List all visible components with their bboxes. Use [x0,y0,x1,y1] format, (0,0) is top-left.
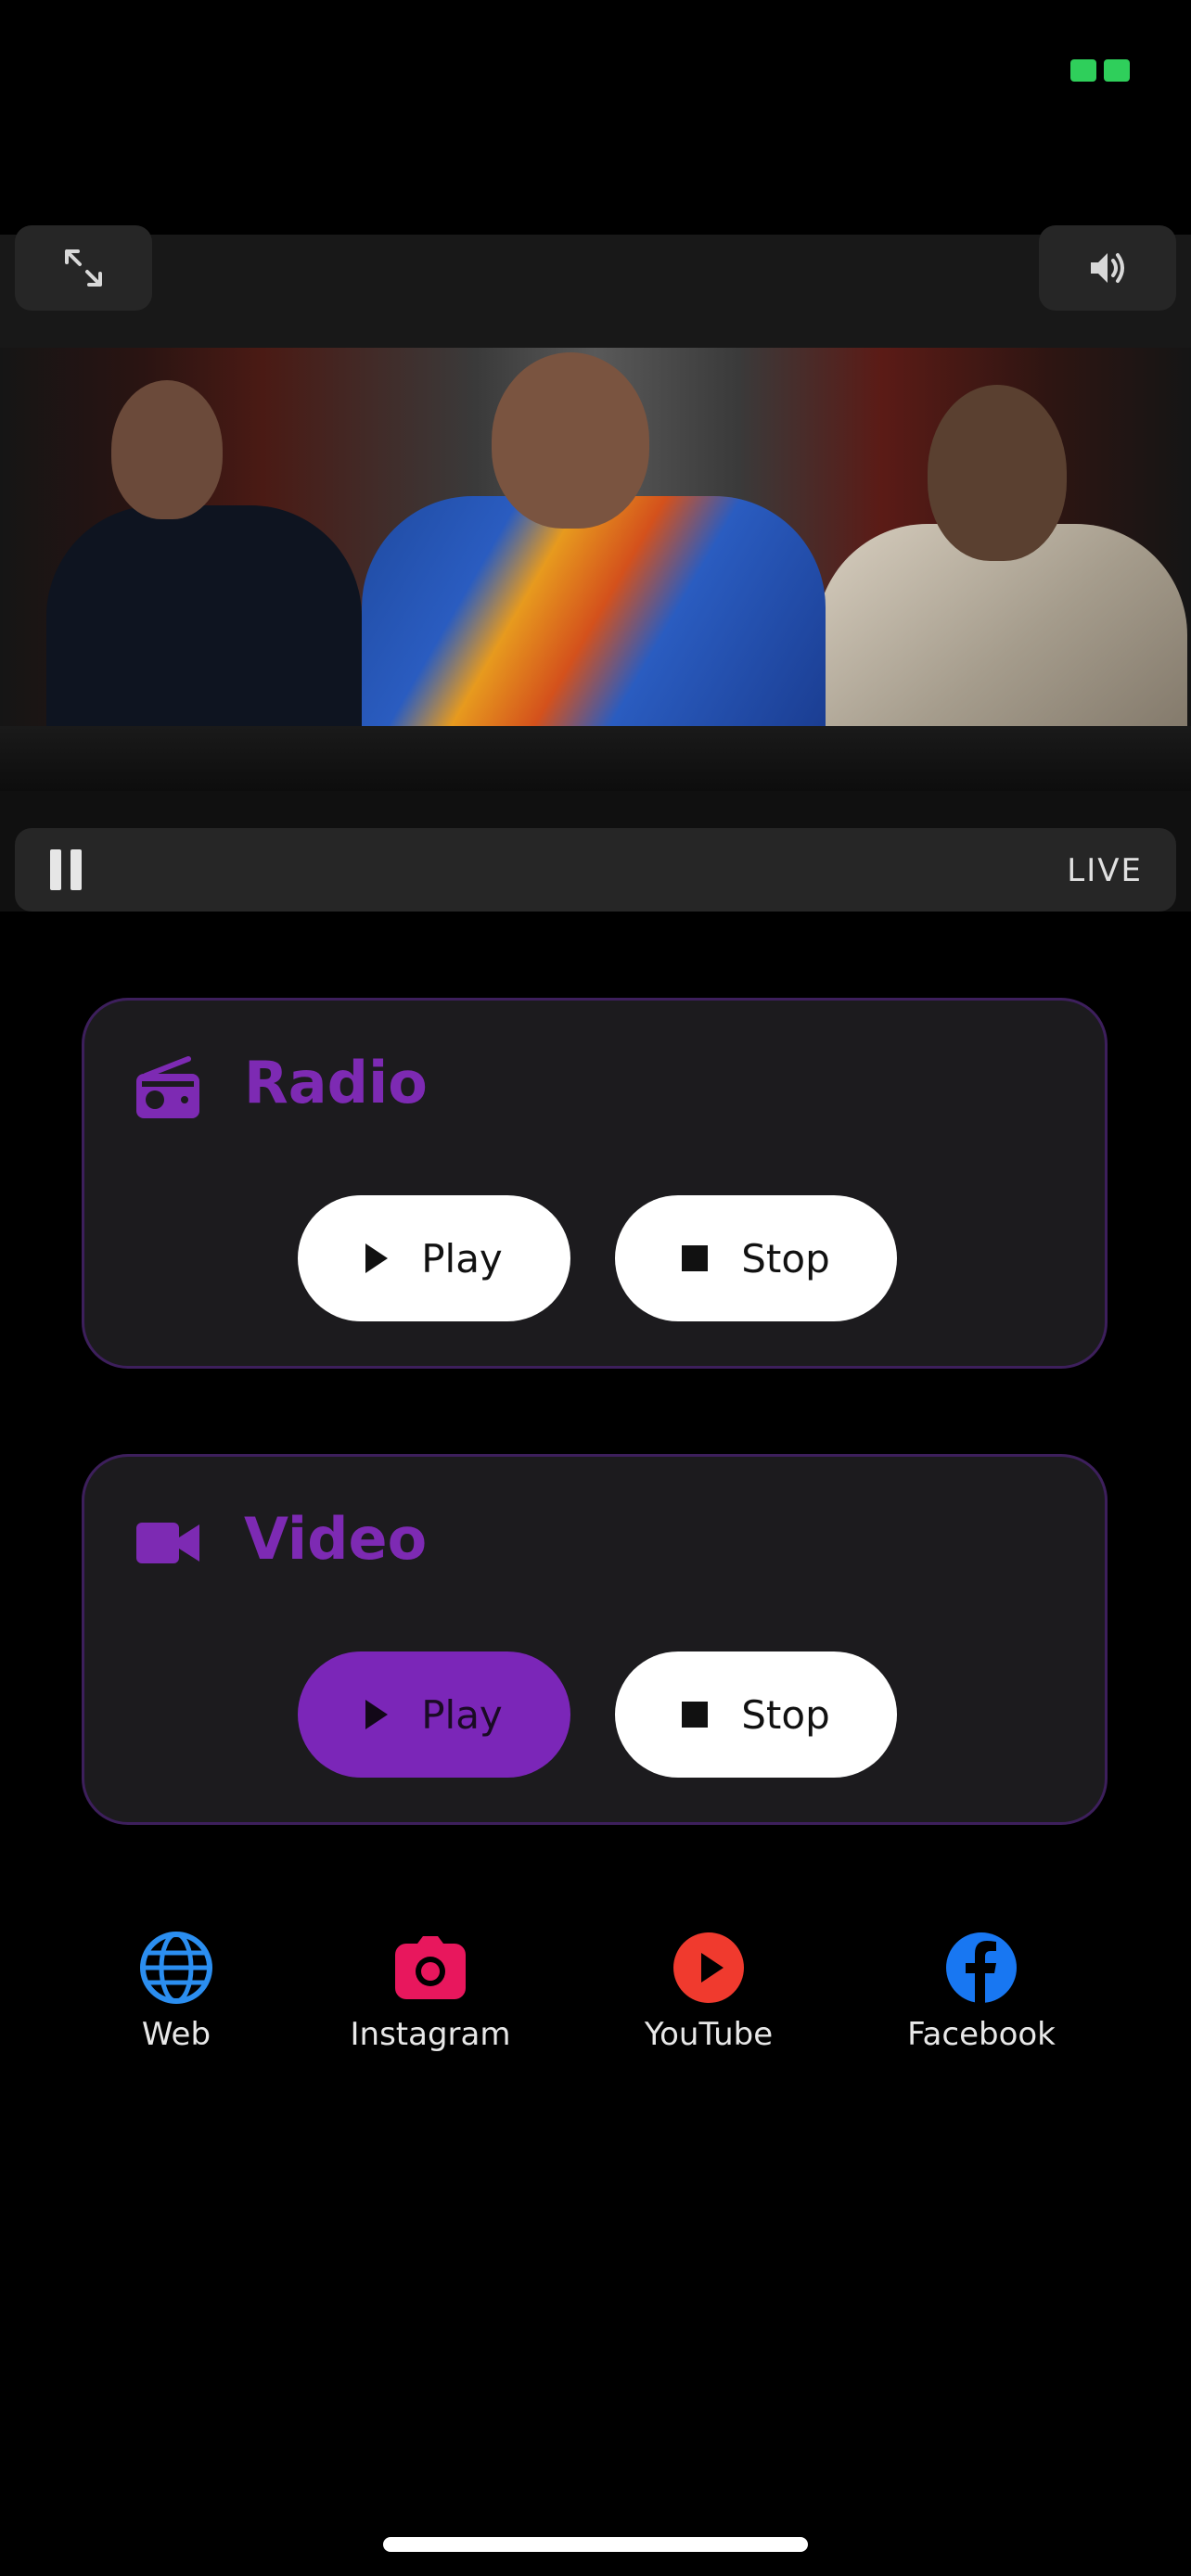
pause-button[interactable] [43,847,89,893]
video-play-label: Play [421,1691,503,1738]
live-label: LIVE [1067,852,1143,889]
youtube-link[interactable]: YouTube [607,1931,811,2053]
volume-button[interactable] [1039,225,1176,311]
facebook-link[interactable]: Facebook [879,1931,1083,2053]
video-card: Video Play Stop [82,1454,1108,1825]
pause-icon [50,849,61,890]
radio-play-label: Play [421,1235,503,1282]
video-camera-icon [136,1523,199,1563]
status-right-icon [1104,59,1130,82]
web-label: Web [141,2016,211,2053]
video-stop-label: Stop [741,1691,830,1738]
stop-icon [682,1245,709,1271]
globe-icon [140,1932,212,2004]
facebook-label: Facebook [907,2016,1056,2053]
video-frame[interactable] [0,348,1191,791]
player-top-bar [0,235,1191,348]
expand-icon [65,249,102,287]
video-stop-button[interactable]: Stop [615,1651,897,1778]
play-icon [365,1700,389,1729]
video-person-right [807,348,1191,791]
app-screen: LIVE Radio Play Stop Video Play Stop Web… [0,0,1191,2576]
fullscreen-button[interactable] [15,225,152,311]
camera-icon [395,1936,466,1999]
instagram-label: Instagram [350,2016,511,2053]
facebook-icon [946,1932,1017,2003]
video-person-left [28,348,362,791]
radio-card: Radio Play Stop [82,998,1108,1369]
radio-stop-button[interactable]: Stop [615,1195,897,1321]
radio-icon [136,1056,199,1118]
youtube-label: YouTube [644,2016,774,2053]
web-link[interactable]: Web [74,1931,278,2053]
radio-title: Radio [244,1049,428,1116]
video-play-button[interactable]: Play [298,1651,570,1778]
radio-play-button[interactable]: Play [298,1195,570,1321]
player-control-bar: LIVE [15,828,1176,912]
stop-icon [682,1702,709,1728]
screen-recording-indicator [1070,57,1130,83]
video-title: Video [244,1505,428,1573]
youtube-icon [673,1932,744,2003]
status-left-icon [1070,59,1096,82]
play-icon [365,1243,389,1273]
instagram-link[interactable]: Instagram [328,1931,532,2053]
volume-icon [1091,253,1124,283]
video-player[interactable]: LIVE [0,225,1191,912]
home-indicator[interactable] [383,2537,808,2552]
video-person-center [352,348,835,791]
radio-stop-label: Stop [741,1235,830,1282]
